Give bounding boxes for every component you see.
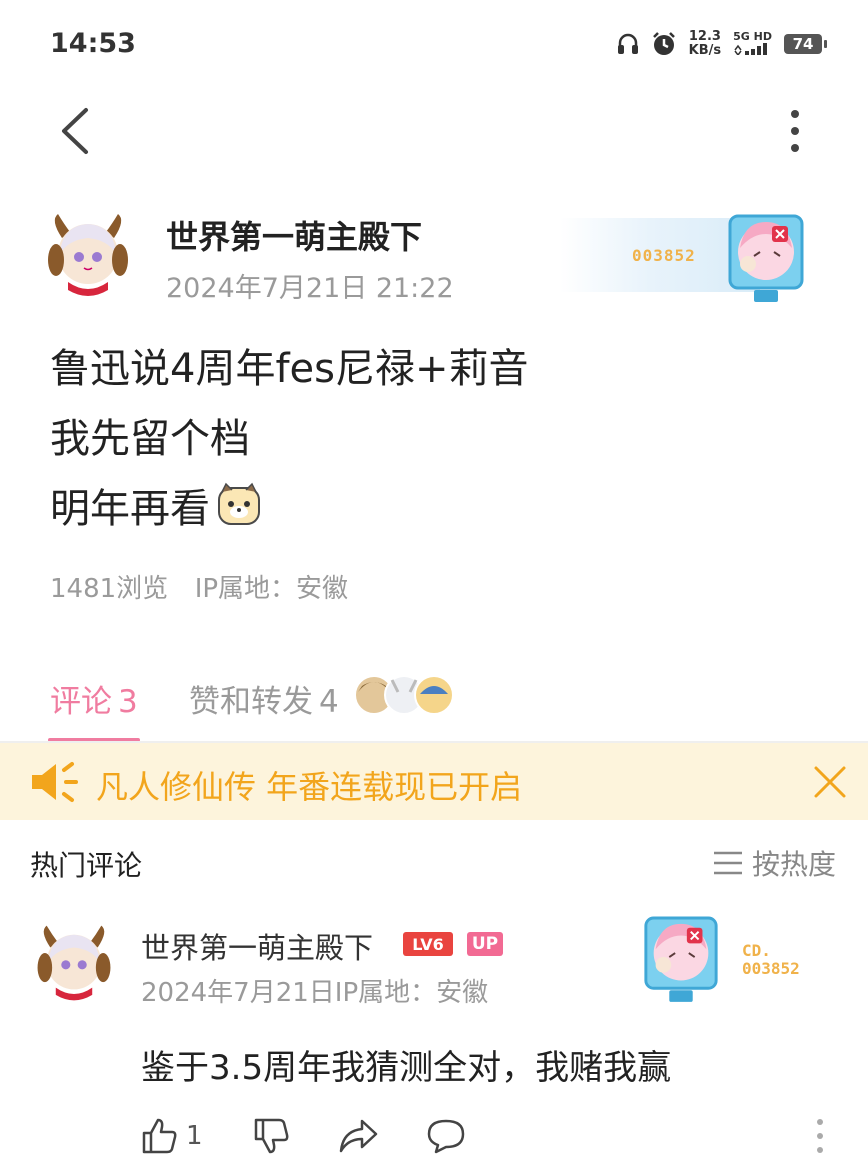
comment-more-icon[interactable] (812, 1116, 828, 1156)
comment-badge-number: CD. 003852 (742, 941, 800, 978)
like-button[interactable]: 1 (140, 1114, 203, 1158)
status-icons: 12.3 KB/s 5G HD 74 (617, 29, 827, 58)
post-meta: 1481浏览 IP属地：安徽 (50, 568, 348, 605)
hot-comments-title: 热门评论 (30, 849, 143, 882)
comment-time-ip: 2024年7月21日IP属地：安徽 (141, 978, 489, 1008)
dislike-button[interactable] (252, 1114, 290, 1158)
fan-badge-card-icon[interactable] (640, 912, 722, 1004)
liker-avatars[interactable] (352, 672, 456, 718)
thumbs-down-icon (254, 1118, 289, 1154)
alarm-icon (652, 32, 675, 55)
close-icon[interactable] (810, 762, 850, 802)
fan-badge-number: 003852 (632, 246, 696, 265)
post-time: 2024年7月21日 21:22 (166, 273, 454, 304)
more-options-button[interactable] (780, 106, 810, 156)
net-speed: 12.3 KB/s (688, 29, 722, 58)
status-time: 14:53 (50, 28, 136, 59)
battery-icon: 74 (784, 34, 827, 54)
share-button[interactable] (338, 1114, 378, 1158)
commenter-name[interactable]: 世界第一萌主殿下 (141, 925, 373, 967)
thumbs-up-icon (142, 1118, 177, 1154)
commenter-avatar[interactable] (36, 922, 112, 1004)
author-avatar[interactable] (48, 210, 128, 300)
up-badge: UP (467, 932, 503, 956)
headphones-icon (617, 33, 638, 54)
post-text-fragment: 明年再看 (50, 486, 210, 532)
ip-location: IP属地：安徽 (194, 574, 349, 604)
banner-text[interactable]: 凡人修仙传 年番连载现已开启 (96, 762, 522, 808)
back-button[interactable] (56, 106, 96, 156)
sort-icon (714, 851, 742, 875)
like-count: 1 (186, 1121, 203, 1151)
fan-badge-card-icon[interactable] (724, 210, 808, 304)
signal-icon: 5G HD (733, 30, 772, 58)
comment-bubble-icon (427, 1119, 465, 1154)
level-badge: LV6 (403, 932, 453, 956)
tab-likes-reposts[interactable]: 赞和转发 4 (189, 676, 339, 721)
tab-comments[interactable]: 评论 3 (50, 676, 138, 721)
post-text-line: 明年再看 (50, 476, 262, 534)
author-name[interactable]: 世界第一萌主殿下 (166, 212, 422, 258)
speaker-icon (32, 762, 78, 802)
view-count: 1481浏览 (50, 574, 169, 604)
share-icon (339, 1119, 378, 1153)
dog-emoji-icon (218, 482, 260, 525)
post-text-line: 鲁迅说4周年fes尼禄+莉音 (50, 346, 529, 392)
reply-button[interactable] (426, 1114, 466, 1158)
comment-text: 鉴于3.5周年我猜测全对，我赌我赢 (141, 1048, 672, 1088)
level-text: LV6 (412, 935, 444, 954)
sort-button[interactable]: 按热度 (712, 843, 836, 883)
post-text-line: 我先留个档 (50, 416, 250, 462)
